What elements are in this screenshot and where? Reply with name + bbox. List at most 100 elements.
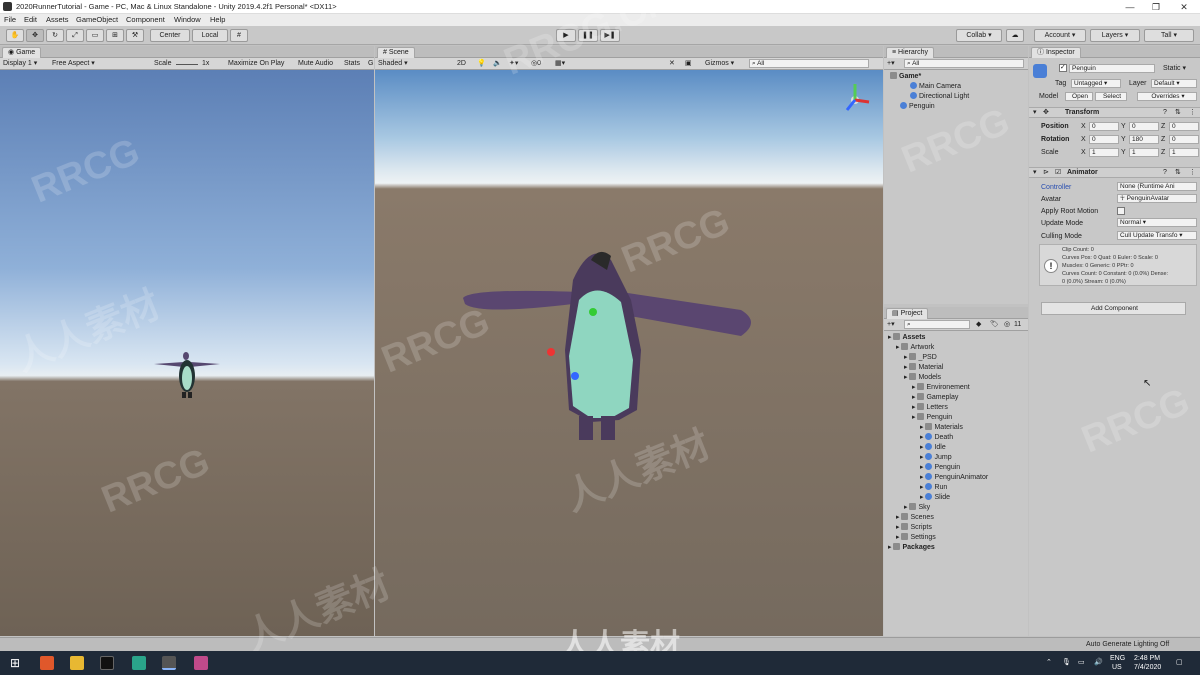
audio-toggle-icon[interactable]: 🔈: [493, 59, 502, 69]
project-item[interactable]: ▸ Penguin: [920, 463, 960, 473]
collab-button[interactable]: Collab ▾: [956, 29, 1002, 42]
language-indicator[interactable]: ENG: [1110, 654, 1125, 663]
camera-settings-icon[interactable]: ▣: [685, 59, 692, 69]
scene-gizmos-dropdown[interactable]: Gizmos ▾: [705, 59, 734, 69]
project-item[interactable]: ▸ Slide: [920, 493, 950, 503]
project-item[interactable]: ▸ PenguinAnimator: [920, 473, 988, 483]
maximize-icon[interactable]: ❐: [1142, 1, 1170, 13]
hierarchy-item[interactable]: Game*: [890, 72, 1020, 82]
grid-toggle-icon[interactable]: ▦▾: [555, 59, 565, 69]
filter-type-icon[interactable]: ◆: [976, 320, 981, 330]
hand-tool-icon[interactable]: ✋: [6, 29, 24, 42]
position-z-field[interactable]: 0: [1169, 122, 1199, 131]
menu-component[interactable]: Component: [126, 15, 165, 24]
brave-browser-icon[interactable]: [40, 656, 54, 670]
pivot-local-button[interactable]: Local: [192, 29, 228, 42]
position-y-field[interactable]: 0: [1129, 122, 1159, 131]
move-tool-icon[interactable]: ✥: [26, 29, 44, 42]
clock-time[interactable]: 2:48 PM: [1134, 654, 1160, 663]
tab-inspector[interactable]: ⓘ Inspector: [1031, 47, 1081, 58]
hierarchy-item[interactable]: Main Camera: [910, 82, 1028, 92]
pause-icon[interactable]: ❚❚: [578, 29, 598, 42]
help-icon[interactable]: ?: [1163, 168, 1167, 177]
project-item[interactable]: ▸ Artwork: [896, 343, 934, 353]
tab-game[interactable]: ◉ Game: [2, 47, 42, 58]
scale-y-field[interactable]: 1: [1129, 148, 1159, 157]
help-icon[interactable]: ?: [1163, 108, 1167, 117]
pivot-center-button[interactable]: Center: [150, 29, 190, 42]
project-item[interactable]: ▸ Idle: [920, 443, 946, 453]
menu-assets[interactable]: Assets: [46, 15, 69, 24]
menu-window[interactable]: Window: [174, 15, 201, 24]
maximize-on-play-toggle[interactable]: Maximize On Play: [228, 59, 284, 69]
add-component-button[interactable]: Add Component: [1041, 302, 1186, 315]
rotate-tool-icon[interactable]: ↻: [46, 29, 64, 42]
mute-audio-toggle[interactable]: Mute Audio: [298, 59, 333, 69]
project-create-icon[interactable]: +▾: [887, 320, 895, 330]
account-dropdown[interactable]: Account ▾: [1034, 29, 1086, 42]
project-item[interactable]: ▸ Penguin: [912, 413, 952, 423]
filter-label-icon[interactable]: 🏷: [990, 320, 999, 330]
hierarchy-create-icon[interactable]: +▾: [887, 59, 895, 69]
active-checkbox[interactable]: ✓: [1059, 64, 1067, 72]
overrides-dropdown[interactable]: Overrides ▾: [1137, 92, 1197, 101]
hidden-objects-icon[interactable]: ◎0: [531, 59, 541, 69]
project-item[interactable]: ▸ Gameplay: [912, 393, 958, 403]
open-button[interactable]: Open: [1065, 92, 1093, 101]
display-dropdown[interactable]: Display 1 ▾: [3, 59, 37, 69]
menu-gameobject[interactable]: GameObject: [76, 15, 118, 24]
project-item[interactable]: ▸ Death: [920, 433, 953, 443]
avatar-field[interactable]: ☥ PenguinAvatar: [1117, 194, 1197, 203]
scene-viewport[interactable]: [375, 70, 883, 636]
tray-chevron-icon[interactable]: ⌃: [1046, 658, 1052, 667]
static-dropdown[interactable]: Static ▾: [1163, 64, 1186, 73]
shading-mode-dropdown[interactable]: Shaded ▾: [378, 59, 408, 69]
volume-icon[interactable]: 🔊: [1094, 658, 1103, 667]
scene-search-input[interactable]: ⌕ All: [749, 59, 869, 68]
menu-file[interactable]: File: [4, 15, 16, 24]
controller-field[interactable]: None (Runtime Ani: [1117, 182, 1197, 191]
cloud-icon[interactable]: ☁: [1006, 29, 1024, 42]
game-gizmos-toggle[interactable]: G: [368, 59, 373, 69]
lighting-toggle-icon[interactable]: 💡: [477, 59, 486, 69]
effects-dropdown-icon[interactable]: ✦▾: [509, 59, 518, 69]
project-item[interactable]: ▸ Packages: [888, 543, 935, 553]
tab-project[interactable]: ▤ Project: [886, 308, 929, 319]
layer-dropdown[interactable]: Default ▾: [1151, 79, 1197, 88]
network-icon[interactable]: ▭: [1078, 658, 1085, 667]
layers-dropdown[interactable]: Layers ▾: [1090, 29, 1140, 42]
scale-x-field[interactable]: 1: [1089, 148, 1119, 157]
rotation-x-field[interactable]: 0: [1089, 135, 1119, 144]
update-mode-dropdown[interactable]: Normal ▾: [1117, 218, 1197, 227]
component-menu-icon[interactable]: ⋮: [1189, 168, 1196, 177]
animator-enabled-checkbox[interactable]: ☑: [1055, 168, 1061, 177]
project-search-input[interactable]: ⌕: [904, 320, 970, 329]
tab-scene[interactable]: # Scene: [377, 47, 415, 58]
scene-tools-icon[interactable]: ✕: [669, 59, 675, 69]
rotation-z-field[interactable]: 0: [1169, 135, 1199, 144]
custom-tool-icon[interactable]: ⚒: [126, 29, 144, 42]
presets-icon[interactable]: ⇅: [1175, 168, 1181, 177]
project-item[interactable]: ▸ Run: [920, 483, 947, 493]
menu-edit[interactable]: Edit: [24, 15, 37, 24]
project-item[interactable]: ▸ Environement: [912, 383, 970, 393]
grid-snap-icon[interactable]: #: [230, 29, 248, 42]
app-green-icon[interactable]: [132, 656, 146, 670]
project-item[interactable]: ▸ Materials: [920, 423, 963, 433]
project-item[interactable]: ▸ Scenes: [896, 513, 934, 523]
presets-icon[interactable]: ⇅: [1175, 108, 1181, 117]
hierarchy-search-input[interactable]: ⌕ All: [904, 59, 1024, 68]
apply-root-motion-checkbox[interactable]: [1117, 207, 1125, 215]
mode-2d-toggle[interactable]: 2D: [457, 59, 466, 69]
project-item[interactable]: ▸ Settings: [896, 533, 936, 543]
aspect-dropdown[interactable]: Free Aspect ▾: [52, 59, 95, 69]
step-icon[interactable]: ▶❚: [600, 29, 620, 42]
project-item[interactable]: ▸ Letters: [912, 403, 948, 413]
animator-header[interactable]: ▾ ⊳ ☑ Animator ? ⇅ ⋮: [1029, 167, 1200, 178]
object-name-field[interactable]: Penguin: [1069, 64, 1155, 73]
transform-tool-icon[interactable]: ⊞: [106, 29, 124, 42]
select-button[interactable]: Select: [1095, 92, 1127, 101]
culling-mode-dropdown[interactable]: Cull Update Transfo ▾: [1117, 231, 1197, 240]
mic-icon[interactable]: 🎙: [1062, 658, 1071, 667]
play-icon[interactable]: ▶: [556, 29, 576, 42]
